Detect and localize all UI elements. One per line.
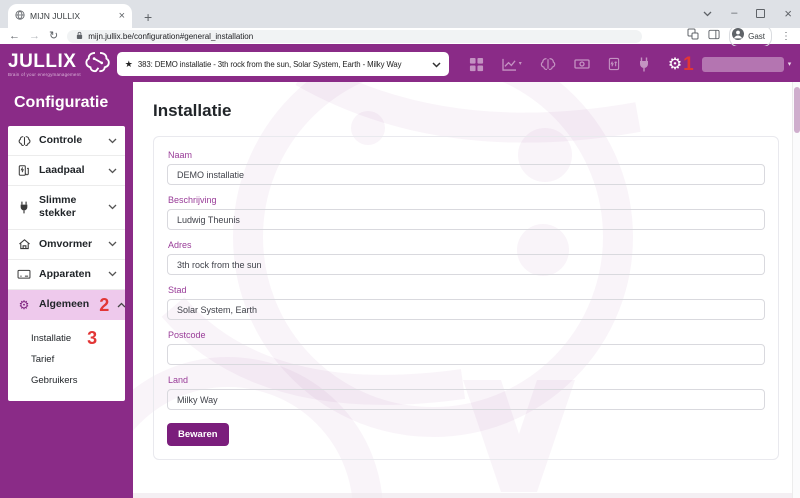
submenu-item-label: Installatie [31,333,71,344]
tab-close-icon[interactable]: × [119,11,125,22]
logo[interactable]: JULLIX Brain of your energymanagement [8,50,111,79]
stad-input[interactable] [167,299,765,320]
page-title: Installatie [153,101,800,121]
inverter-icon [17,238,31,250]
sidebar-item-apparaten[interactable]: Apparaten [8,260,125,290]
browser-tab[interactable]: MIJN JULLIX × [8,4,132,28]
sidebar-item-label: Omvormer [39,238,100,251]
submenu-item-installatie[interactable]: Installatie 3 [31,328,125,349]
sidebar-item-algemeen[interactable]: ⚙ Algemeen 2 [8,290,125,320]
dashboard-icon[interactable] [469,57,484,72]
address-bar[interactable]: mijn.jullix.be/configuration#general_ins… [67,30,642,43]
tab-search-icon[interactable] [703,4,712,22]
sidebar-item-omvormer[interactable]: Omvormer [8,230,125,260]
chevron-down-icon [432,55,441,73]
sidebar-item-laadpaal[interactable]: Laadpaal [8,156,125,186]
field-label-beschrijving: Beschrijving [168,195,765,205]
back-button[interactable]: ← [9,31,20,42]
tab-title: MIJN JULLIX [30,11,114,21]
config-sidebar: Configuratie Controle [0,82,133,498]
settings-gear-icon[interactable]: ⚙ [668,56,682,72]
chevron-up-icon [117,302,125,308]
installation-form: Naam Beschrijving Adres Stad Postcode La… [153,136,779,460]
sidebar-item-label: Laadpaal [39,164,100,177]
profile-button[interactable]: Gast [729,25,772,47]
new-tab-button[interactable]: + [144,10,152,24]
chevron-down-icon [108,204,117,210]
billing-icon[interactable] [574,58,590,70]
chevron-down-icon [108,168,117,174]
brand-tagline: Brain of your energymanagement [8,72,81,77]
guest-label: Gast [748,32,765,41]
reload-button[interactable]: ↻ [49,31,58,42]
plug-icon [17,201,31,214]
forward-button[interactable]: → [29,31,40,42]
plug-nav-icon[interactable] [638,57,650,72]
user-account-redacted[interactable] [702,57,784,72]
chevron-down-icon [108,138,117,144]
land-input[interactable] [167,389,765,410]
brain-icon [17,135,31,147]
translate-icon[interactable] [687,27,699,45]
brain-nav-icon[interactable] [540,57,556,71]
browser-menu-icon[interactable]: ⋮ [781,31,791,42]
meter-readings-icon[interactable] [608,57,620,71]
bottom-edge-fade [133,493,800,498]
annotation-3: 3 [87,333,97,344]
scrollbar-thumb[interactable] [794,87,800,133]
main-content: Installatie Naam Beschrijving Adres Stad… [133,82,800,498]
algemeen-submenu: Installatie 3 Tarief Gebruikers [8,320,125,401]
naam-input[interactable] [167,164,765,185]
annotation-1: 1 [683,55,694,74]
save-button[interactable]: Bewaren [167,423,229,446]
star-icon: ★ [125,59,133,70]
sidebar-item-controle[interactable]: Controle [8,126,125,156]
field-label-postcode: Postcode [168,330,765,340]
page-scrollbar[interactable] [792,82,800,498]
browser-window: MIJN JULLIX × + – × ← → ↻ mijn.jullix.be… [0,0,800,498]
sidebar-item-label: Controle [39,134,100,147]
window-maximize-button[interactable] [756,9,765,18]
side-panel-icon[interactable] [708,27,720,45]
submenu-item-label: Gebruikers [31,375,77,386]
sidebar-item-label: Slimme stekker [39,194,100,220]
url-text: mijn.jullix.be/configuration#general_ins… [88,32,253,41]
browser-toolbar: ← → ↻ mijn.jullix.be/configuration#gener… [0,28,800,46]
submenu-item-label: Tarief [31,354,54,365]
window-close-button[interactable]: × [784,6,792,21]
beschrijving-input[interactable] [167,209,765,230]
devices-icon [17,269,31,280]
field-label-adres: Adres [168,240,765,250]
brand-name: JULLIX [8,52,81,71]
user-caret-icon: ▾ [788,60,792,68]
sidebar-item-label: Algemeen [39,298,89,311]
chevron-down-icon [108,241,117,247]
annotation-2: 2 [99,298,109,312]
installation-selector[interactable]: ★ 383: DEMO installatie - 3th rock from … [117,52,449,76]
sidebar-title: Configuratie [0,94,133,126]
field-label-land: Land [168,375,765,385]
globe-icon [15,7,25,25]
installation-selector-value: 383: DEMO installatie - 3th rock from th… [138,60,427,69]
app-header: JULLIX Brain of your energymanagement ★ … [0,46,800,82]
browser-tabstrip: MIJN JULLIX × + – × [0,0,800,28]
chevron-down-icon [108,271,117,277]
sidebar-item-slimme-stekker[interactable]: Slimme stekker [8,186,125,229]
adres-input[interactable] [167,254,765,275]
charger-icon [17,164,31,177]
brain-logo-icon [84,50,111,79]
postcode-input[interactable] [167,344,765,365]
submenu-item-gebruikers[interactable]: Gebruikers [31,370,125,391]
sidebar-item-label: Apparaten [39,268,100,281]
sidebar-menu: Controle Laadpaal [8,126,125,401]
window-minimize-button[interactable]: – [731,7,737,19]
avatar [732,27,744,45]
field-label-naam: Naam [168,150,765,160]
charts-icon[interactable]: ▾ [502,58,522,71]
submenu-item-tarief[interactable]: Tarief [31,349,125,370]
lock-icon [76,27,83,45]
field-label-stad: Stad [168,285,765,295]
